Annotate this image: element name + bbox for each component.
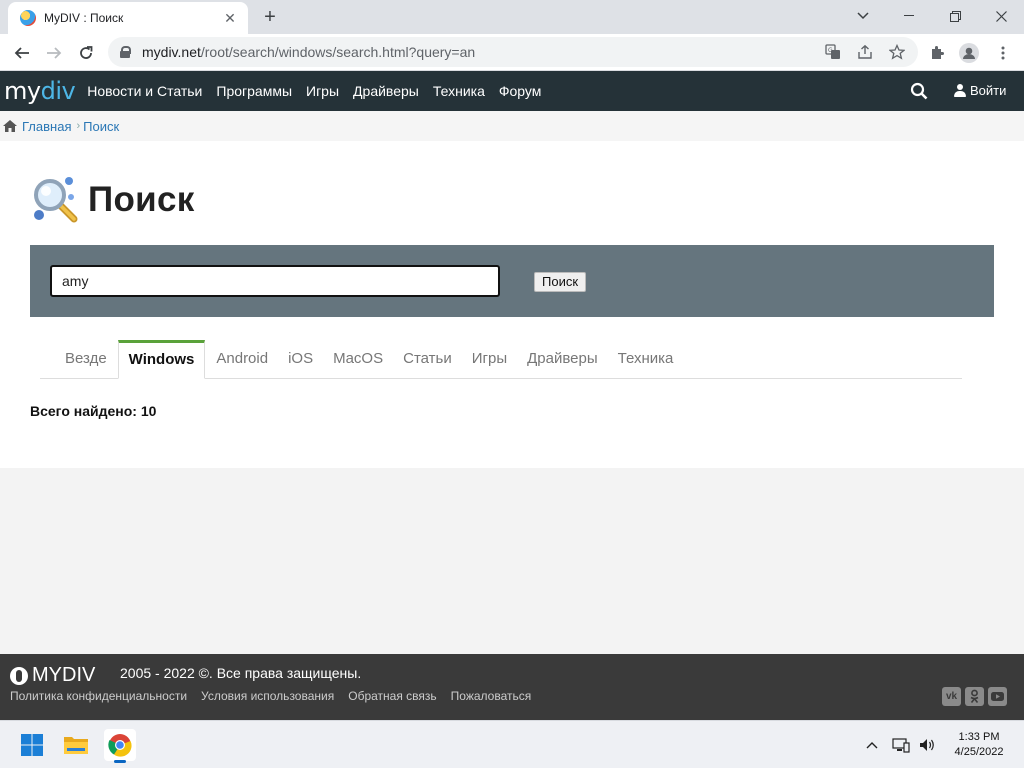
file-explorer-icon[interactable] [60,729,92,761]
search-panel: Поиск [30,245,994,317]
login-label: Войти [970,83,1007,98]
show-hidden-icons-chevron[interactable] [866,735,878,755]
search-input[interactable] [50,265,500,297]
windows-taskbar: 1:33 PM 4/25/2022 [0,720,1024,768]
odnoklassniki-icon[interactable] [965,687,984,706]
network-icon[interactable] [892,735,910,755]
home-icon[interactable] [2,119,18,133]
footer-link-privacy[interactable]: Политика конфиденциальности [10,689,187,703]
youtube-icon[interactable] [988,687,1007,706]
browser-menu-icon[interactable] [992,42,1014,64]
tab-ios[interactable]: iOS [278,340,323,379]
close-tab-icon[interactable]: ✕ [222,10,238,26]
tab-hardware[interactable]: Техника [608,340,684,379]
menu-item-games[interactable]: Игры [306,83,339,99]
extensions-puzzle-icon[interactable] [926,42,948,64]
tab-everywhere[interactable]: Везде [55,340,117,379]
breadcrumb: Главная › Поиск [0,111,1024,141]
clock-date: 4/25/2022 [954,746,1004,758]
footer-links: Политика конфиденциальности Условия испо… [10,689,545,703]
close-window-button[interactable] [978,0,1024,32]
user-icon [954,84,966,97]
breadcrumb-home[interactable]: Главная [22,119,71,134]
start-windows-icon[interactable] [16,729,48,761]
main-content: Поиск Поиск Везде Windows Android iOS Ma… [0,141,1024,468]
footer-logo[interactable]: MYDIV [10,664,95,687]
site-favicon-icon [20,10,36,26]
menu-item-programs[interactable]: Программы [216,83,292,99]
footer-logo-text: MYDIV [32,664,96,686]
search-category-tabs: Везде Windows Android iOS MacOS Статьи И… [40,340,962,379]
tab-articles[interactable]: Статьи [393,340,462,379]
translate-icon[interactable]: G [824,43,842,61]
site-footer: MYDIV 2005 - 2022 ©. Все права защищены.… [0,654,1024,720]
chrome-taskbar-icon[interactable] [104,729,136,763]
address-bar[interactable]: mydiv.net/root/search/windows/search.htm… [108,37,918,67]
reload-button[interactable] [73,40,99,66]
volume-icon[interactable] [918,735,936,755]
lock-icon[interactable] [120,46,131,58]
footer-link-terms[interactable]: Условия использования [201,689,334,703]
tab-title: MyDIV : Поиск [44,11,124,25]
minimize-window-button[interactable] [886,0,932,32]
menu-item-drivers[interactable]: Драйверы [353,83,419,99]
clock-time: 1:33 PM [958,731,1000,743]
site-search-icon[interactable] [910,82,928,100]
search-button[interactable]: Поиск [534,272,587,292]
new-tab-button[interactable]: + [258,6,282,30]
login-link[interactable]: Войти [954,83,1006,98]
mydiv-logo-icon [10,666,28,685]
menu-item-news[interactable]: Новости и Статьи [87,83,202,99]
tab-games[interactable]: Игры [462,340,517,379]
magnifier-icon [34,177,78,223]
tab-windows[interactable]: Windows [117,340,206,379]
browser-tab[interactable]: MyDIV : Поиск ✕ [8,2,248,34]
share-icon[interactable] [856,43,874,61]
site-logo[interactable]: mydiv [4,77,76,105]
menu-item-forum[interactable]: Форум [499,83,542,99]
restore-window-button[interactable] [932,0,978,32]
tab-search-chevron-icon[interactable] [840,0,886,32]
footer-link-report[interactable]: Пожаловаться [451,689,532,703]
url-text: mydiv.net/root/search/windows/search.htm… [142,44,476,60]
svg-text:G: G [828,47,833,54]
tab-macos[interactable]: MacOS [323,340,393,379]
back-button[interactable] [9,40,35,66]
footer-link-feedback[interactable]: Обратная связь [348,689,436,703]
page-title: Поиск [88,180,195,219]
tab-drivers[interactable]: Драйверы [517,340,608,379]
menu-item-hardware[interactable]: Техника [433,83,485,99]
results-count: Всего найдено: 10 [30,403,157,419]
system-clock[interactable]: 1:33 PM 4/25/2022 [944,730,1014,760]
main-menu: Новости и Статьи Программы Игры Драйверы… [87,83,555,99]
page-header: Поиск [30,175,195,225]
copyright: 2005 - 2022 ©. Все права защищены. [120,665,362,681]
breadcrumb-current[interactable]: Поиск [83,119,119,134]
browser-tab-strip: MyDIV : Поиск ✕ + [0,0,1024,34]
vk-icon[interactable]: vk [942,687,961,706]
profile-avatar-icon[interactable] [958,42,980,64]
site-navigation: mydiv Новости и Статьи Программы Игры Др… [0,71,1024,111]
breadcrumb-separator: › [76,120,81,132]
tab-android[interactable]: Android [206,340,278,379]
forward-button[interactable] [41,40,67,66]
browser-toolbar: mydiv.net/root/search/windows/search.htm… [0,34,1024,71]
bookmark-star-icon[interactable] [888,43,906,61]
